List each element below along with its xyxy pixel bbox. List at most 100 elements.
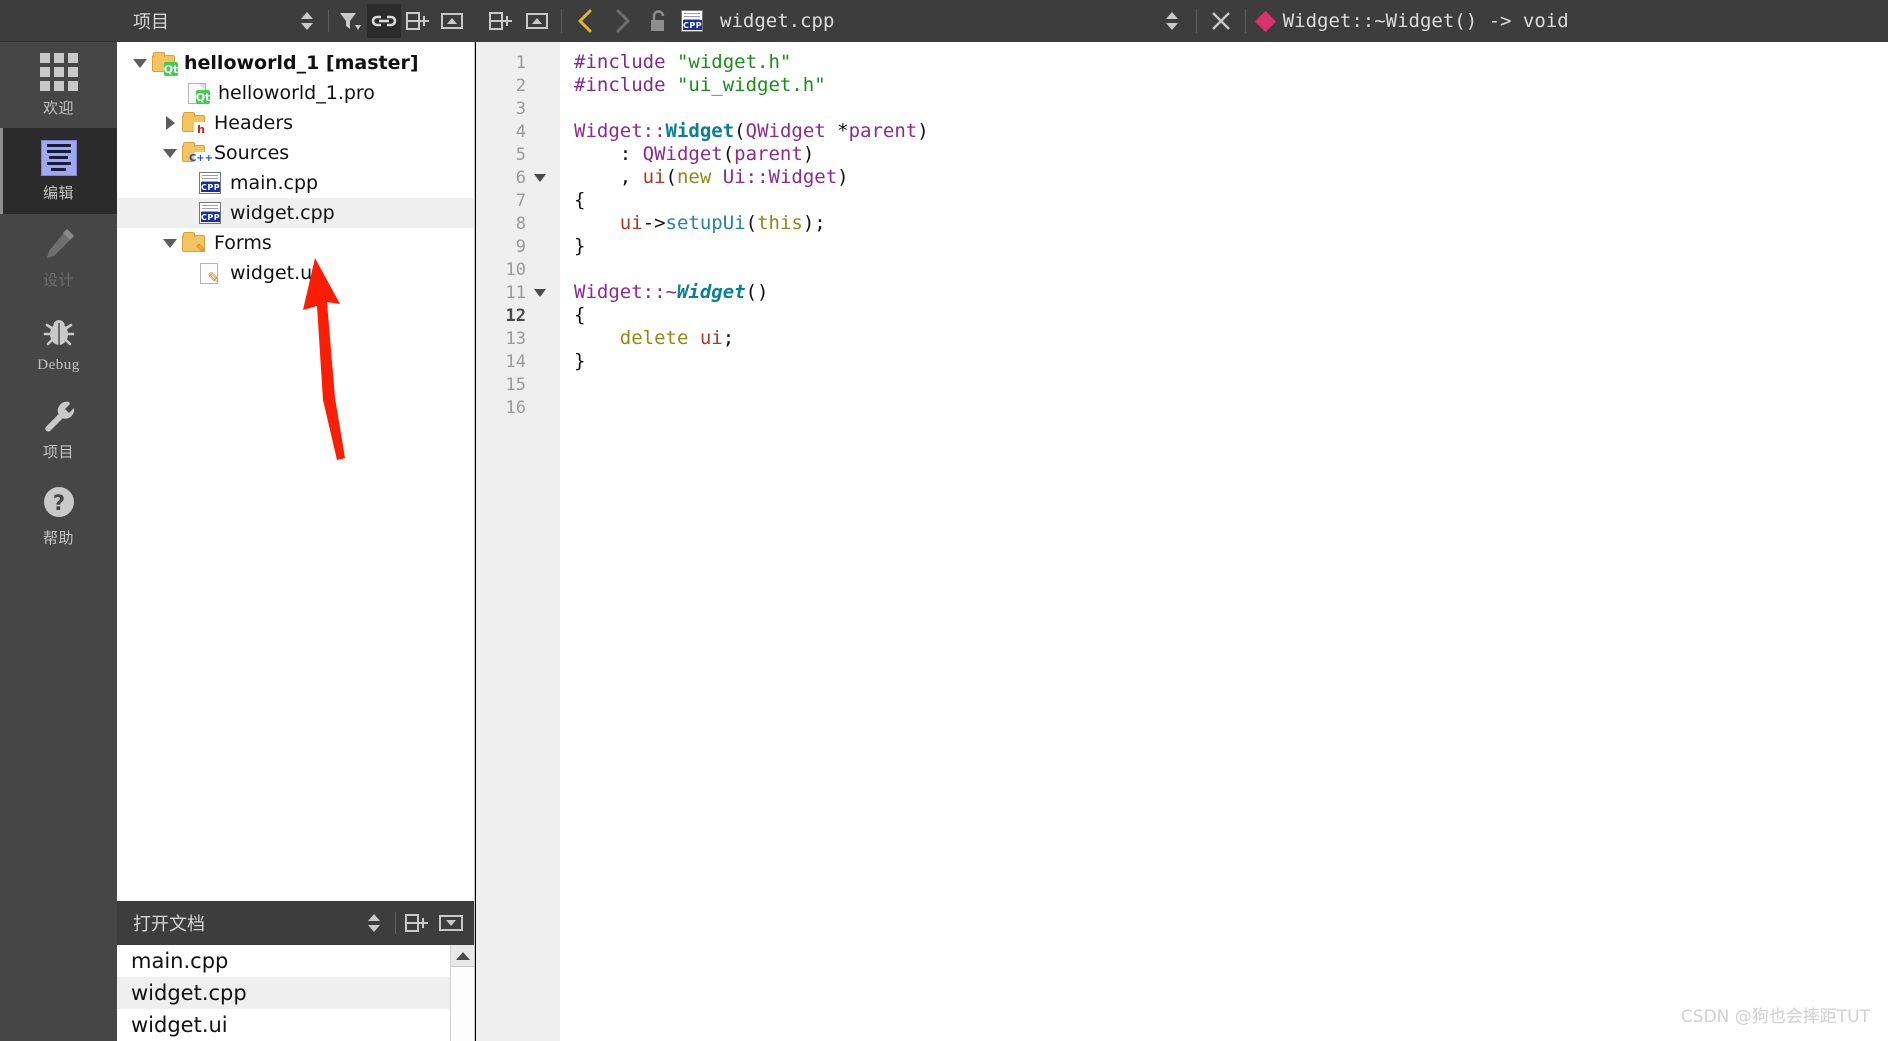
chevron-down-icon[interactable] xyxy=(159,238,181,248)
code-token: ui xyxy=(699,327,723,349)
code-token: ( xyxy=(665,166,677,188)
chevron-down-icon[interactable] xyxy=(129,58,151,68)
mode-item-welcome[interactable]: 欢迎 xyxy=(0,42,117,128)
open-documents-header: 打开文档 xyxy=(117,901,474,945)
editor-filename[interactable]: widget.cpp xyxy=(720,10,834,32)
close-sidebar-button[interactable] xyxy=(435,4,469,38)
open-document-item[interactable]: main.cpp xyxy=(117,945,450,977)
tree-row-widget-ui[interactable]: widget.ui xyxy=(117,258,474,288)
fold-marker-icon[interactable] xyxy=(534,173,546,182)
tree-label-widget-ui: widget.ui xyxy=(230,262,318,284)
mode-item-edit[interactable]: 编辑 xyxy=(0,128,117,214)
unlock-icon xyxy=(651,10,665,31)
split-editor-button[interactable] xyxy=(483,3,519,39)
code-token: } xyxy=(574,235,586,257)
gutter-line: 15 xyxy=(505,374,526,395)
code-token: ( xyxy=(722,143,735,165)
sort-documents-button[interactable] xyxy=(357,906,391,940)
chevron-right-icon[interactable] xyxy=(159,116,181,130)
code-line[interactable]: } xyxy=(574,235,1888,258)
code-line[interactable]: Widget::Widget(QWidget *parent) xyxy=(574,120,1888,143)
collapse-icon xyxy=(441,13,463,29)
gutter-line: 13 xyxy=(505,328,526,349)
toolbar-separator xyxy=(1195,9,1197,33)
code-line[interactable]: Widget::~Widget() xyxy=(574,281,1888,304)
split-view-button[interactable] xyxy=(401,4,435,38)
code-token: * xyxy=(825,120,849,142)
mode-item-projects[interactable]: 项目 xyxy=(0,386,117,472)
code-line[interactable] xyxy=(574,258,1888,281)
filter-tree-button[interactable] xyxy=(333,4,367,38)
mode-label-welcome: 欢迎 xyxy=(42,100,74,117)
open-documents-panel: 打开文档 main.cpp widget.cpp widget.ui xyxy=(117,901,475,1041)
code-line[interactable] xyxy=(574,396,1888,419)
code-token: ui xyxy=(642,166,666,188)
code-line[interactable]: : QWidget(parent) xyxy=(574,143,1888,166)
project-tree[interactable]: Qt helloworld_1 [master] Qt helloworld_1… xyxy=(117,42,475,901)
close-split-button[interactable] xyxy=(519,3,555,39)
go-back-button[interactable] xyxy=(568,3,604,39)
code-line[interactable]: #include "widget.h" xyxy=(574,51,1888,74)
filename-selector-button[interactable] xyxy=(1154,3,1190,39)
code-line[interactable]: ui->setupUi(this); xyxy=(574,212,1888,235)
code-editor[interactable]: #include "widget.h" #include "ui_widget.h… xyxy=(560,42,1888,1041)
project-panel-title: 项目 xyxy=(133,12,169,33)
code-token: ; xyxy=(722,327,735,349)
code-token: new xyxy=(676,166,712,188)
synchronize-selector-button[interactable] xyxy=(290,4,324,38)
open-documents-scrollbar[interactable] xyxy=(450,945,474,1041)
mode-selector-bar: 欢迎 编辑 设计 Debug 项目 ? 帮助 xyxy=(0,0,117,1041)
tree-row-main-cpp[interactable]: CPP main.cpp xyxy=(117,168,474,198)
code-line[interactable]: } xyxy=(574,350,1888,373)
close-editor-button[interactable] xyxy=(1203,3,1239,39)
code-token: ) xyxy=(837,166,849,188)
code-line[interactable]: #include "ui_widget.h" xyxy=(574,74,1888,97)
tree-row-project[interactable]: Qt helloworld_1 [master] xyxy=(117,48,474,78)
code-token: ui xyxy=(619,212,643,234)
close-panel-button[interactable] xyxy=(434,906,468,940)
code-token: ); xyxy=(802,212,826,234)
mode-item-debug[interactable]: Debug xyxy=(0,300,117,386)
mode-item-help[interactable]: ? 帮助 xyxy=(0,472,117,558)
open-document-item[interactable]: widget.ui xyxy=(117,1009,450,1041)
open-document-item[interactable]: widget.cpp xyxy=(117,977,450,1009)
tree-row-forms[interactable]: ✎ Forms xyxy=(117,228,474,258)
code-token: QWidget xyxy=(745,120,826,142)
code-line[interactable]: delete ui; xyxy=(574,327,1888,350)
tree-label-sources: Sources xyxy=(214,142,290,164)
mode-label-projects: 项目 xyxy=(42,444,74,461)
split-view-button[interactable] xyxy=(400,906,434,940)
code-token: ) xyxy=(802,143,815,165)
gutter-line: 3 xyxy=(515,98,526,119)
tree-label-headers: Headers xyxy=(214,112,294,134)
tree-row-widget-cpp[interactable]: CPP widget.cpp xyxy=(117,198,474,228)
scroll-up-button[interactable] xyxy=(451,945,474,967)
mode-item-design[interactable]: 设计 xyxy=(0,214,117,300)
file-pro-icon: Qt xyxy=(185,82,211,104)
make-writable-button[interactable] xyxy=(640,3,676,39)
tree-row-sources[interactable]: C++ Sources xyxy=(117,138,474,168)
code-token: QWidget xyxy=(642,143,723,165)
code-line[interactable]: { xyxy=(574,189,1888,212)
symbol-selector[interactable]: Widget::~Widget() -> void xyxy=(1283,10,1569,32)
link-with-editor-button[interactable] xyxy=(367,4,401,38)
code-line[interactable] xyxy=(574,373,1888,396)
code-token: Widget xyxy=(574,120,643,142)
gutter-line: 7 xyxy=(515,190,526,211)
code-line[interactable]: , ui(new Ui::Widget) xyxy=(574,166,1888,189)
triangle-up-icon xyxy=(455,951,470,960)
chevron-down-icon[interactable] xyxy=(159,148,181,158)
code-line[interactable] xyxy=(574,97,1888,120)
tree-row-pro-file[interactable]: Qt helloworld_1.pro xyxy=(117,78,474,108)
file-cpp-icon: CPP xyxy=(197,172,223,194)
tree-row-headers[interactable]: h Headers xyxy=(117,108,474,138)
code-token: #include xyxy=(574,51,677,73)
open-documents-column: main.cpp widget.cpp widget.ui xyxy=(117,945,450,1041)
folder-qt-icon: Qt xyxy=(151,52,178,76)
qt-creator-window: 欢迎 编辑 设计 Debug 项目 ? 帮助 项目 Qt helloworld_… xyxy=(0,0,1888,1041)
fold-marker-icon[interactable] xyxy=(534,288,546,297)
code-line[interactable]: { xyxy=(574,304,1888,327)
toolbar-separator xyxy=(1244,9,1246,33)
open-documents-list[interactable]: main.cpp widget.cpp widget.ui xyxy=(117,945,474,1041)
